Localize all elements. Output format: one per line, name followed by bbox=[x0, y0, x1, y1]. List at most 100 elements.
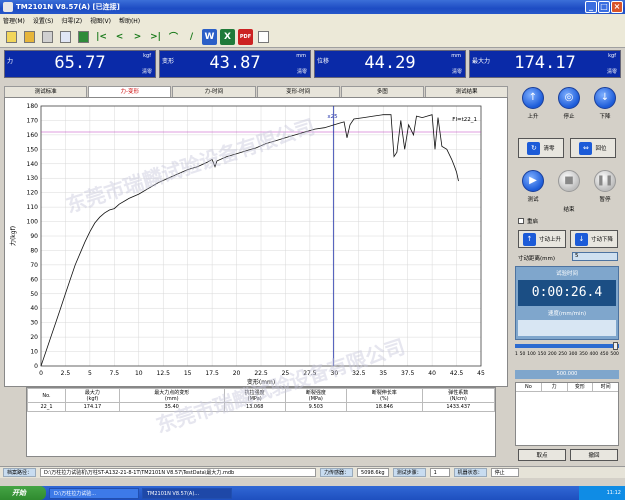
fit-icon[interactable]: ∕ bbox=[184, 29, 199, 45]
tab-deformation-time[interactable]: 变形-时间 bbox=[256, 86, 340, 97]
start-button[interactable]: 开始 bbox=[0, 486, 46, 500]
menu-zero[interactable]: 归零(Z) bbox=[61, 16, 82, 25]
force-zero-button[interactable]: 清零 bbox=[142, 68, 152, 75]
system-clock: 11:12 bbox=[579, 486, 625, 500]
test-button[interactable]: ▶ bbox=[522, 170, 544, 192]
max-force-zero-button[interactable]: 清零 bbox=[607, 68, 617, 75]
series-line bbox=[40, 114, 459, 367]
legend-label: Fl=t22_1 bbox=[452, 117, 477, 123]
tab-test-standard[interactable]: 测试标准 bbox=[4, 86, 88, 97]
menu-settings[interactable]: 设置(S) bbox=[33, 16, 54, 25]
y-tick-label: 70 bbox=[30, 262, 38, 269]
file-path: D:\万柱拉力试验机\万柱ST-A132-21-8-1T\TM2101N V8.… bbox=[40, 468, 317, 477]
excel-icon[interactable]: X bbox=[220, 28, 235, 45]
jog-distance-input[interactable]: 5 bbox=[572, 252, 618, 261]
print-icon[interactable] bbox=[40, 29, 55, 45]
word-icon[interactable]: W bbox=[202, 28, 217, 45]
pdf-icon[interactable]: PDF bbox=[238, 28, 253, 45]
timer-panel: 试验时间 0:00:26.4 速度(mm/min) bbox=[515, 266, 619, 340]
col-elongation: 断裂伸长率 (%) bbox=[345, 388, 423, 403]
x-tick-label: 20 bbox=[233, 370, 241, 377]
x-tick-label: 45 bbox=[477, 370, 485, 377]
col-tensile-strength: 抗拉强度 (MPa) bbox=[223, 388, 286, 403]
jog-down-button[interactable]: ↓ 寸动下降 bbox=[570, 230, 618, 248]
table-row[interactable]: 22_1 174.17 35.40 13.068 9.503 18.846 14… bbox=[27, 402, 496, 412]
retrieve-point-button[interactable]: 取点 bbox=[518, 449, 566, 461]
return-button[interactable]: ⇔ 回位 bbox=[570, 138, 616, 158]
speed-slider-thumb[interactable] bbox=[613, 342, 618, 350]
maximize-button[interactable]: □ bbox=[598, 1, 610, 13]
zero-button[interactable]: ↻ 清零 bbox=[518, 138, 564, 158]
results-table: No. 最大力 (kgf) 最大力点的变形 (mm) 抗拉强度 (MPa) 断裂… bbox=[26, 387, 496, 457]
reset-checkbox[interactable] bbox=[518, 218, 524, 224]
title-bar: TM2101N V8.57(A) [已连接] _ □ × bbox=[0, 0, 625, 14]
col-max-force: 最大力 (kgf) bbox=[64, 388, 120, 403]
y-tick-label: 140 bbox=[27, 161, 39, 168]
next-icon[interactable]: > bbox=[130, 29, 145, 45]
machine-state: 停止 bbox=[490, 468, 519, 477]
return-icon: ⇔ bbox=[579, 141, 593, 155]
col-elastic-coef: 弹性系数 (N/cm) bbox=[421, 388, 496, 403]
taskbar-item-explorer[interactable]: D:\万柱拉力试验... bbox=[49, 487, 139, 499]
close-button[interactable]: × bbox=[611, 1, 623, 13]
y-tick-label: 30 bbox=[30, 320, 38, 327]
deformation-readout: 变形 43.87 mm 清零 bbox=[159, 50, 311, 78]
doc-icon[interactable] bbox=[256, 29, 271, 45]
y-tick-label: 160 bbox=[27, 132, 39, 139]
curve-icon[interactable]: ⌒ bbox=[166, 29, 181, 45]
first-icon[interactable]: |< bbox=[94, 29, 109, 45]
delete-icon[interactable] bbox=[76, 29, 91, 45]
x-axis-label: 变形(mm) bbox=[247, 378, 275, 386]
y-tick-label: 170 bbox=[27, 117, 39, 124]
menu-manage[interactable]: 管理(M) bbox=[3, 16, 25, 25]
force-value: 65.77 bbox=[54, 53, 106, 73]
y-tick-label: 120 bbox=[27, 190, 39, 197]
down-button[interactable]: ↓ bbox=[594, 87, 616, 109]
jog-up-button[interactable]: ↑ 寸动上升 bbox=[518, 230, 566, 248]
tab-force-deformation[interactable]: 力-变形 bbox=[88, 86, 172, 97]
pause-button[interactable]: ❚❚ bbox=[594, 170, 616, 192]
deformation-value: 43.87 bbox=[209, 53, 261, 73]
speed-slider-track[interactable] bbox=[515, 344, 619, 348]
point-log-table: No 力 变形 时间 bbox=[515, 382, 619, 446]
y-tick-label: 80 bbox=[30, 247, 38, 254]
x-tick-label: 42.5 bbox=[450, 370, 464, 377]
minimize-button[interactable]: _ bbox=[585, 1, 597, 13]
end-button[interactable]: ■ bbox=[558, 170, 580, 192]
max-force-readout: 最大力 174.17 kgf 清零 bbox=[469, 50, 621, 78]
sensor-value: 5098.6kg bbox=[357, 468, 389, 477]
last-icon[interactable]: >| bbox=[148, 29, 163, 45]
x-tick-label: 32.5 bbox=[352, 370, 366, 377]
y-tick-label: 100 bbox=[27, 219, 39, 226]
x-tick-label: 22.5 bbox=[254, 370, 268, 377]
tab-test-results[interactable]: 测试结果 bbox=[424, 86, 509, 97]
y-tick-label: 110 bbox=[27, 204, 39, 211]
x-tick-label: 17.5 bbox=[205, 370, 219, 377]
y-tick-label: 60 bbox=[30, 276, 38, 283]
displacement-readout: 位移 44.29 mm 清零 bbox=[314, 50, 466, 78]
save-icon[interactable] bbox=[22, 29, 37, 45]
x-tick-label: 40 bbox=[428, 370, 436, 377]
deformation-zero-button[interactable]: 清零 bbox=[297, 68, 307, 75]
taskbar-item-app[interactable]: TM2101N V8.57(A)... bbox=[142, 487, 232, 499]
undo-button[interactable]: 撤回 bbox=[570, 449, 618, 461]
x-tick-label: 37.5 bbox=[401, 370, 415, 377]
arrow-up-icon: ↑ bbox=[522, 232, 536, 246]
displacement-zero-button[interactable]: 清零 bbox=[452, 68, 462, 75]
force-readout: 力 65.77 kgf 清零 bbox=[4, 50, 156, 78]
x-tick-label: 7.5 bbox=[110, 370, 120, 377]
stop-button[interactable]: ◎ bbox=[558, 87, 580, 109]
x-tick-label: 27.5 bbox=[303, 370, 317, 377]
tab-multi-chart[interactable]: 多图 bbox=[340, 86, 424, 97]
menu-help[interactable]: 帮助(H) bbox=[119, 16, 140, 25]
toolbar: |< < > >| ⌒ ∕ W X PDF bbox=[0, 26, 625, 48]
tab-force-time[interactable]: 力-时间 bbox=[172, 86, 256, 97]
table-header-row: No. 最大力 (kgf) 最大力点的变形 (mm) 抗拉强度 (MPa) 断裂… bbox=[27, 388, 496, 403]
col-no: No. bbox=[27, 388, 66, 403]
open-icon[interactable] bbox=[4, 29, 19, 45]
menu-view[interactable]: 视图(V) bbox=[90, 16, 111, 25]
prev-icon[interactable]: < bbox=[112, 29, 127, 45]
up-button[interactable]: ↑ bbox=[522, 87, 544, 109]
status-bar: 档案路径： D:\万柱拉力试验机\万柱ST-A132-21-8-1T\TM210… bbox=[0, 466, 625, 478]
copy-icon[interactable] bbox=[58, 29, 73, 45]
